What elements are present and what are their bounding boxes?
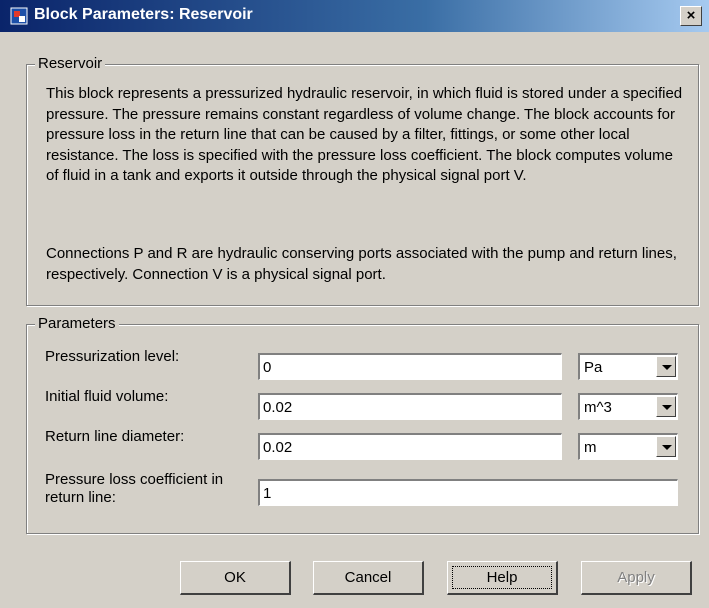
close-button[interactable]: × (680, 6, 702, 26)
chevron-down-icon[interactable] (656, 356, 676, 377)
simulink-block-icon (10, 7, 28, 25)
ok-button[interactable]: OK (180, 561, 291, 595)
help-button[interactable]: Help (447, 561, 558, 595)
return-line-diameter-unit-value: m (584, 439, 597, 456)
return-line-diameter-label: Return line diameter: (45, 428, 185, 445)
initial-fluid-volume-field[interactable]: 0.02 (258, 393, 562, 420)
pressure-loss-coefficient-label: Pressure loss coefficient in return line… (45, 471, 224, 506)
description-paragraph-1: This block represents a pressurized hydr… (46, 85, 683, 185)
description-group-title: Reservoir (35, 55, 106, 72)
title-bar: Block Parameters: Reservoir × (0, 0, 709, 32)
pressurization-level-field[interactable]: 0 (258, 353, 562, 380)
pressurization-level-unit-value: Pa (584, 359, 603, 376)
help-button-label: Help (452, 566, 552, 589)
initial-fluid-volume-unit-select[interactable]: m^3 (578, 393, 678, 420)
chevron-down-icon[interactable] (656, 436, 676, 457)
return-line-diameter-unit-select[interactable]: m (578, 433, 678, 460)
chevron-down-icon[interactable] (656, 396, 676, 417)
window-title: Block Parameters: Reservoir (34, 6, 253, 23)
apply-button[interactable]: Apply (581, 561, 692, 595)
initial-fluid-volume-label: Initial fluid volume: (45, 388, 169, 405)
return-line-diameter-field[interactable]: 0.02 (258, 433, 562, 460)
description-paragraph-2: Connections P and R are hydraulic conser… (46, 245, 677, 283)
initial-fluid-volume-unit-value: m^3 (584, 399, 612, 416)
cancel-button[interactable]: Cancel (313, 561, 424, 595)
parameters-group-title: Parameters (35, 315, 119, 332)
pressurization-level-label: Pressurization level: (45, 348, 180, 365)
pressurization-level-unit-select[interactable]: Pa (578, 353, 678, 380)
pressure-loss-coefficient-field[interactable]: 1 (258, 479, 678, 506)
